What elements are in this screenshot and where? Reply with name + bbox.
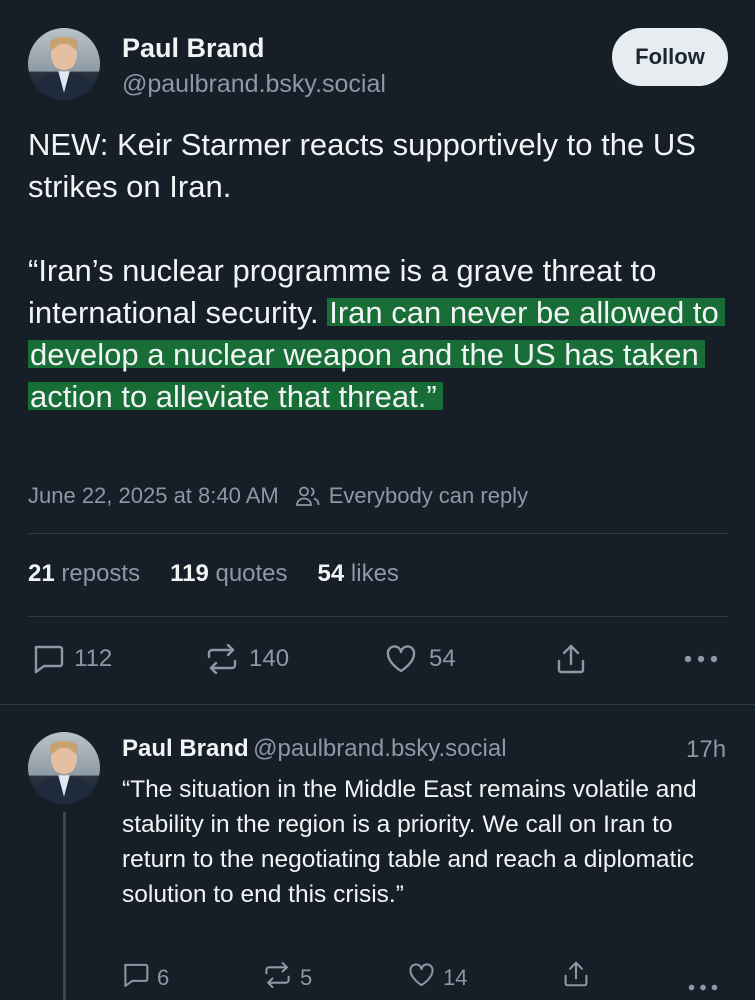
heart-icon (385, 644, 417, 674)
reply-like-button[interactable]: 14 (408, 962, 467, 994)
divider (28, 616, 728, 617)
speech-bubble-icon (122, 962, 149, 994)
post-text-intro: NEW: Keir Starmer reacts supportively to… (28, 127, 696, 204)
repost-button[interactable]: 140 (205, 644, 289, 674)
heart-icon (408, 962, 435, 994)
author-avatar[interactable] (28, 28, 100, 100)
post-meta: June 22, 2025 at 8:40 AM Everybody can r… (28, 483, 528, 509)
reposts-stat[interactable]: 21 reposts (28, 560, 140, 588)
post-timestamp[interactable]: June 22, 2025 at 8:40 AM (28, 483, 279, 509)
reply-author-handle[interactable]: @paulbrand.bsky.social (253, 735, 506, 762)
ellipsis-icon (684, 654, 718, 664)
likes-stat[interactable]: 54 likes (318, 560, 399, 588)
reply-text: “The situation in the Middle East remain… (122, 776, 697, 908)
more-options-button[interactable] (684, 654, 718, 664)
repost-arrows-icon (205, 644, 239, 674)
share-button[interactable] (556, 643, 586, 675)
reply-author-name[interactable]: Paul Brand (122, 735, 249, 762)
ellipsis-icon (688, 972, 718, 998)
post-stats: 21 reposts 119 quotes 54 likes (28, 560, 429, 588)
reply-reply-button[interactable]: 6 (122, 962, 169, 994)
people-icon (295, 485, 321, 507)
speech-bubble-icon (32, 644, 64, 674)
reply-header: Paul Brand @paulbrand.bsky.social (122, 735, 507, 763)
follow-button[interactable]: Follow (612, 28, 728, 86)
reply-reply-count: 6 (157, 965, 170, 990)
reply-more-options-button[interactable] (688, 972, 718, 998)
share-upload-icon (556, 643, 586, 675)
reply-repost-button[interactable]: 5 (263, 962, 312, 994)
repost-count: 140 (249, 645, 290, 672)
share-upload-icon (563, 960, 589, 994)
like-button[interactable]: 54 (385, 644, 456, 674)
author-handle[interactable]: @paulbrand.bsky.social (122, 70, 386, 99)
divider (28, 533, 728, 534)
reply-setting-label[interactable]: Everybody can reply (329, 483, 528, 509)
repost-arrows-icon (263, 962, 292, 994)
reply-like-count: 14 (443, 965, 468, 990)
section-separator (0, 704, 755, 705)
thread-line (63, 812, 66, 1000)
quotes-stat[interactable]: 119 quotes (170, 560, 287, 588)
reply-repost-count: 5 (300, 965, 313, 990)
reply-author-avatar[interactable] (28, 732, 100, 804)
author-name[interactable]: Paul Brand (122, 33, 265, 64)
reply-share-button[interactable] (563, 960, 589, 994)
reply-time[interactable]: 17h (686, 736, 726, 764)
reply-count: 112 (74, 645, 113, 672)
like-count: 54 (429, 645, 456, 672)
post-text: NEW: Keir Starmer reacts supportively to… (28, 124, 728, 418)
reply-button[interactable]: 112 (32, 644, 112, 674)
post-quote: “Iran’s nuclear programme is a grave thr… (28, 250, 728, 418)
